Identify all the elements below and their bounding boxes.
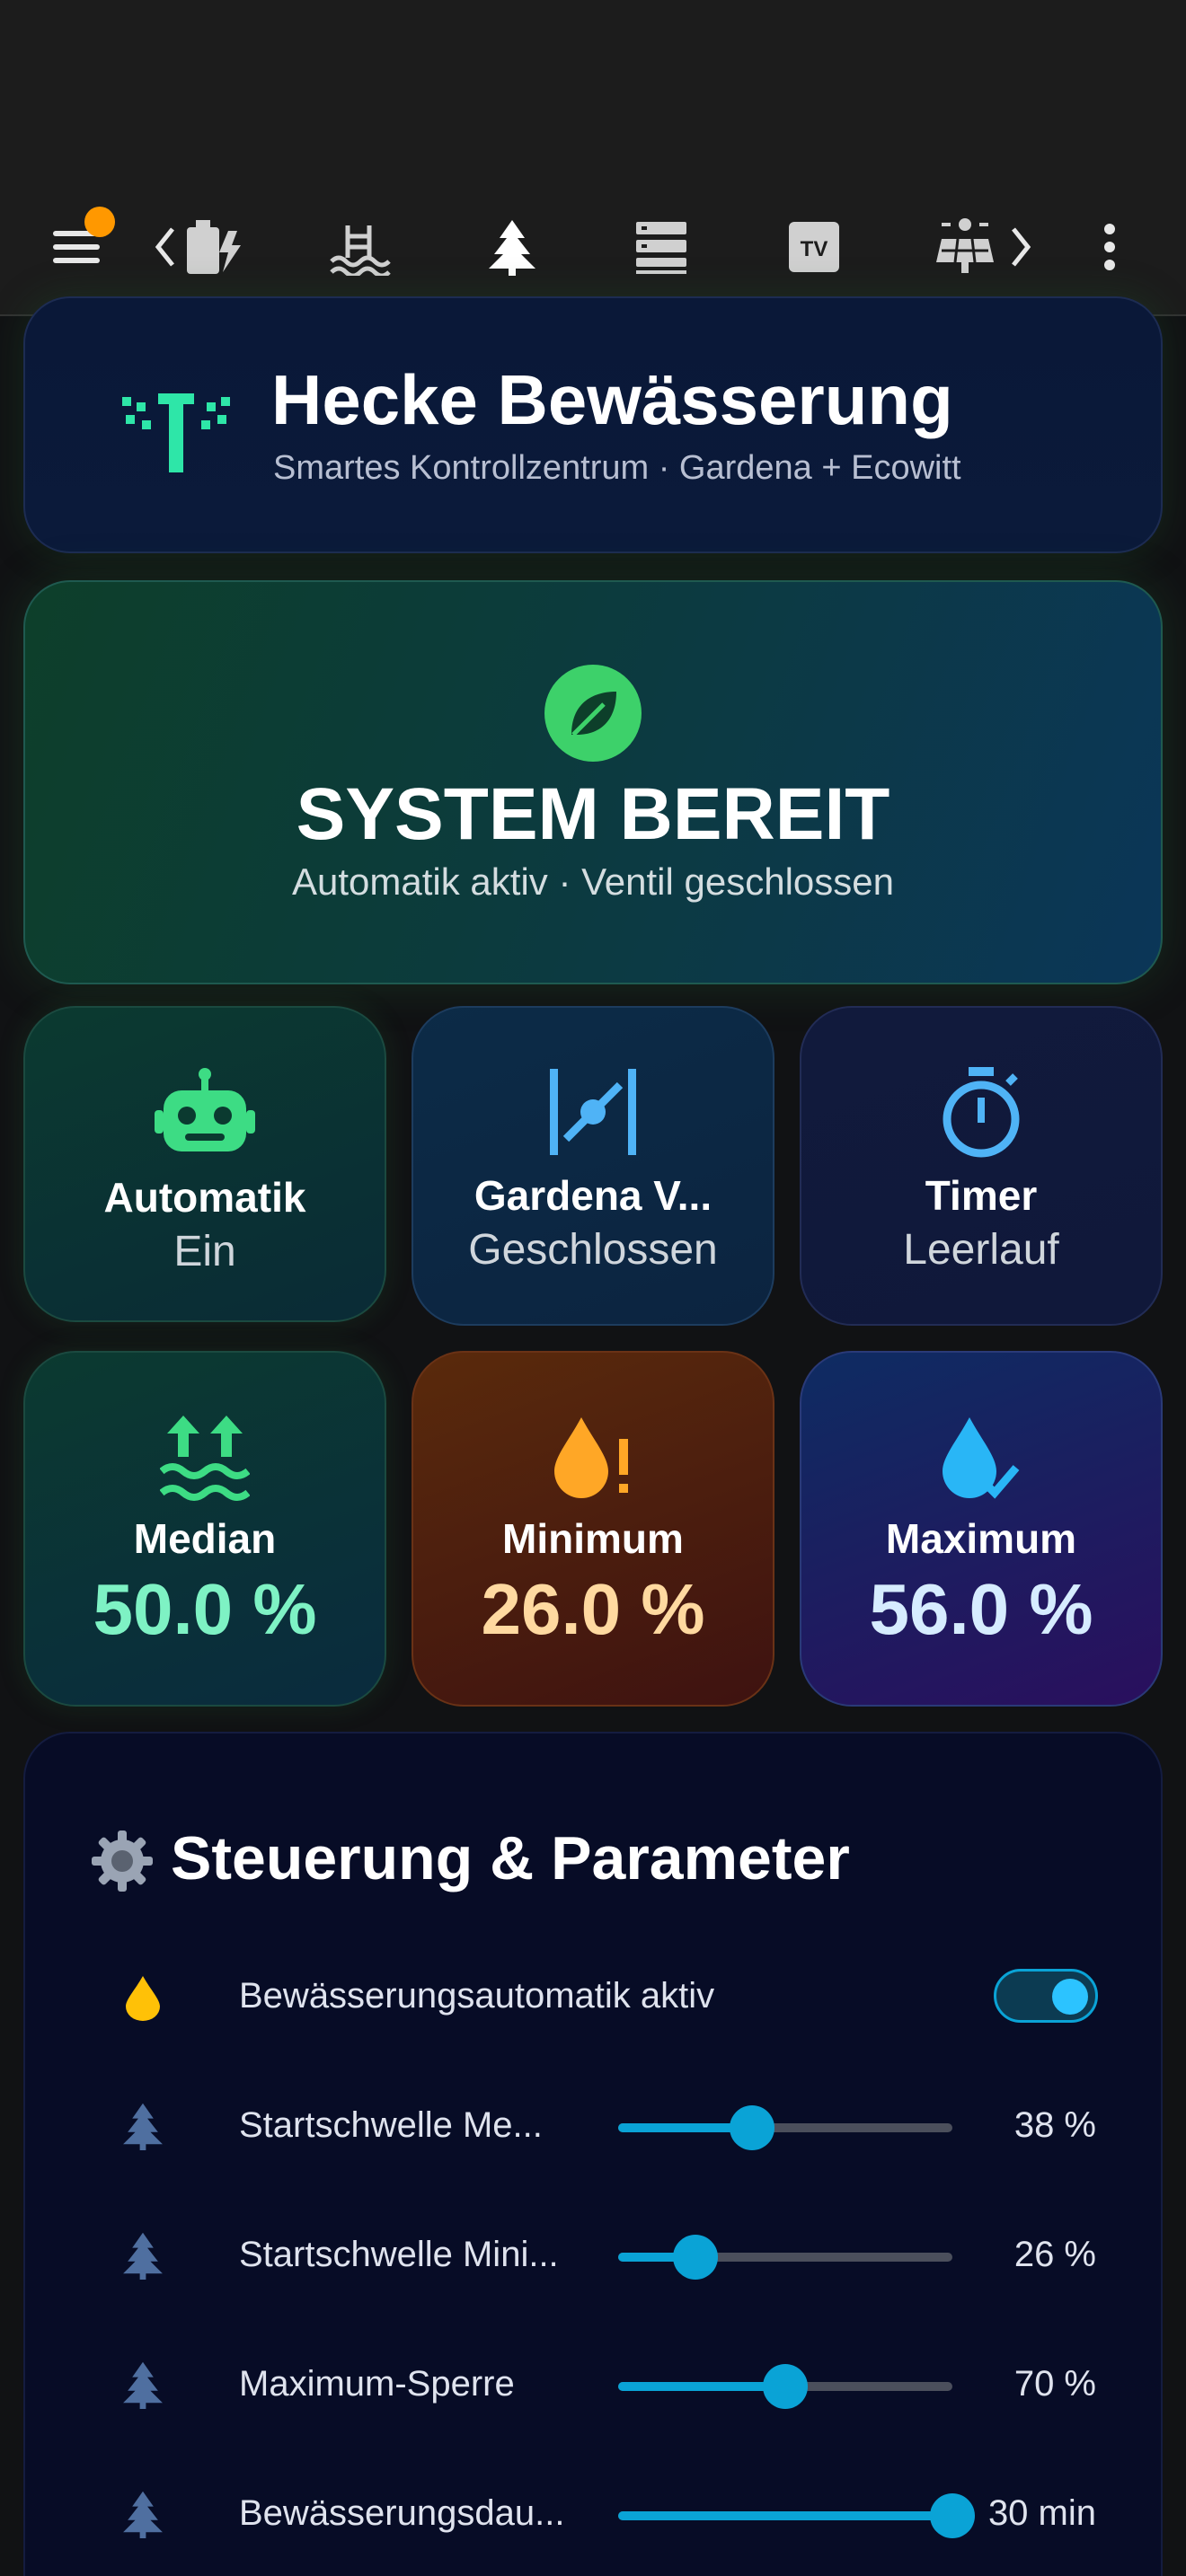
maximum-lock-slider[interactable] <box>618 2364 952 2409</box>
automation-active-label: Bewässerungsautomatik aktiv <box>239 1976 715 2016</box>
start-threshold-median-value: 38 % <box>1013 2105 1096 2145</box>
water-alert-icon <box>554 1417 628 1498</box>
slider-fill <box>618 2511 952 2520</box>
sprinkler-icon <box>122 393 230 472</box>
chevron-left-icon <box>155 227 174 267</box>
timer-label: Timer <box>925 1172 1038 1219</box>
median-value: 50.0 % <box>93 1569 317 1649</box>
start-threshold-median-slider[interactable] <box>618 2105 952 2150</box>
gear-icon <box>92 1831 153 1892</box>
slider-thumb[interactable] <box>763 2364 808 2409</box>
minimum-tile[interactable]: Minimum 26.0 % <box>412 1351 774 1707</box>
start-threshold-minimum-slider[interactable] <box>618 2235 952 2280</box>
overflow-menu-button[interactable] <box>1087 180 1132 314</box>
toggle-knob <box>1052 1979 1088 2015</box>
start-threshold-minimum-label: Startschwelle Mini... <box>239 2235 559 2274</box>
page-title: Hecke Bewässerung <box>271 360 953 439</box>
automatik-label: Automatik <box>103 1174 306 1221</box>
water-drop-icon <box>126 1976 160 2021</box>
water-check-icon <box>943 1417 1020 1499</box>
automatik-value: Ein <box>173 1228 236 1275</box>
menu-button[interactable] <box>36 180 117 314</box>
parameters-title: Steuerung & Parameter <box>171 1824 850 1892</box>
slider-fill <box>618 2382 785 2391</box>
maximum-value: 56.0 % <box>869 1569 1093 1649</box>
tab-garden[interactable] <box>476 180 548 314</box>
page-subtitle: Smartes Kontrollzentrum · Gardena + Ecow… <box>273 449 961 487</box>
median-tile[interactable]: Median 50.0 % <box>23 1351 386 1707</box>
maximum-lock-value: 70 % <box>1013 2364 1096 2404</box>
irrigation-duration-value: 30 min <box>987 2493 1096 2533</box>
automatik-tile[interactable]: Automatik Ein <box>23 1006 386 1322</box>
tab-server[interactable] <box>625 180 697 314</box>
pine-tree-icon <box>123 2361 163 2409</box>
median-label: Median <box>133 1515 277 1562</box>
pine-tree-icon <box>123 2103 163 2150</box>
chevron-right-icon <box>1012 227 1031 267</box>
timer-value: Leerlauf <box>903 1226 1059 1274</box>
slider-thumb[interactable] <box>672 2235 718 2280</box>
notification-badge <box>84 207 115 237</box>
tab-tv[interactable]: TV <box>778 180 850 314</box>
maximum-tile[interactable]: Maximum 56.0 % <box>800 1351 1163 1707</box>
pine-tree-icon <box>123 2232 163 2280</box>
maximum-lock-label: Maximum-Sperre <box>239 2364 515 2404</box>
battery-charging-icon <box>187 220 241 274</box>
tab-pool[interactable] <box>323 180 395 314</box>
slider-thumb[interactable] <box>930 2493 975 2538</box>
system-status-title: SYSTEM BEREIT <box>296 773 890 855</box>
irrigation-duration-label: Bewässerungsdau... <box>239 2493 565 2533</box>
timer-icon <box>943 1067 1020 1158</box>
status-bar <box>0 0 1186 180</box>
leaf-icon <box>544 665 642 762</box>
gardena-valve-tile[interactable]: Gardena V... Geschlossen <box>412 1006 774 1326</box>
irrigation-duration-slider[interactable] <box>618 2493 975 2538</box>
robot-icon <box>155 1068 255 1151</box>
system-status-subtitle: Automatik aktiv · Ventil geschlossen <box>292 860 894 903</box>
gardena-valve-value: Geschlossen <box>468 1226 718 1274</box>
minimum-value: 26.0 % <box>481 1569 705 1649</box>
start-threshold-minimum-value: 26 % <box>1013 2235 1096 2274</box>
water-level-up-icon <box>160 1416 250 1501</box>
more-vertical-icon <box>1104 224 1115 270</box>
solar-panel-icon <box>936 218 994 273</box>
tab-battery[interactable] <box>176 180 248 314</box>
slider-thumb[interactable] <box>729 2105 774 2150</box>
server-icon <box>636 222 686 274</box>
maximum-label: Maximum <box>885 1515 1077 1562</box>
svg-text:TV: TV <box>801 237 828 261</box>
timer-tile[interactable]: Timer Leerlauf <box>800 1006 1163 1326</box>
gardena-valve-label: Gardena V... <box>474 1172 712 1219</box>
valve-icon <box>550 1069 636 1155</box>
pine-tree-icon <box>489 220 535 276</box>
tv-icon: TV <box>789 222 839 272</box>
tab-solar[interactable] <box>929 180 1001 314</box>
automation-active-toggle[interactable] <box>994 1969 1098 2023</box>
scroll-tabs-right-button[interactable] <box>1003 180 1039 314</box>
start-threshold-median-label: Startschwelle Me... <box>239 2105 543 2145</box>
pool-icon <box>330 225 391 276</box>
pine-tree-icon <box>123 2491 163 2538</box>
minimum-label: Minimum <box>502 1515 684 1562</box>
